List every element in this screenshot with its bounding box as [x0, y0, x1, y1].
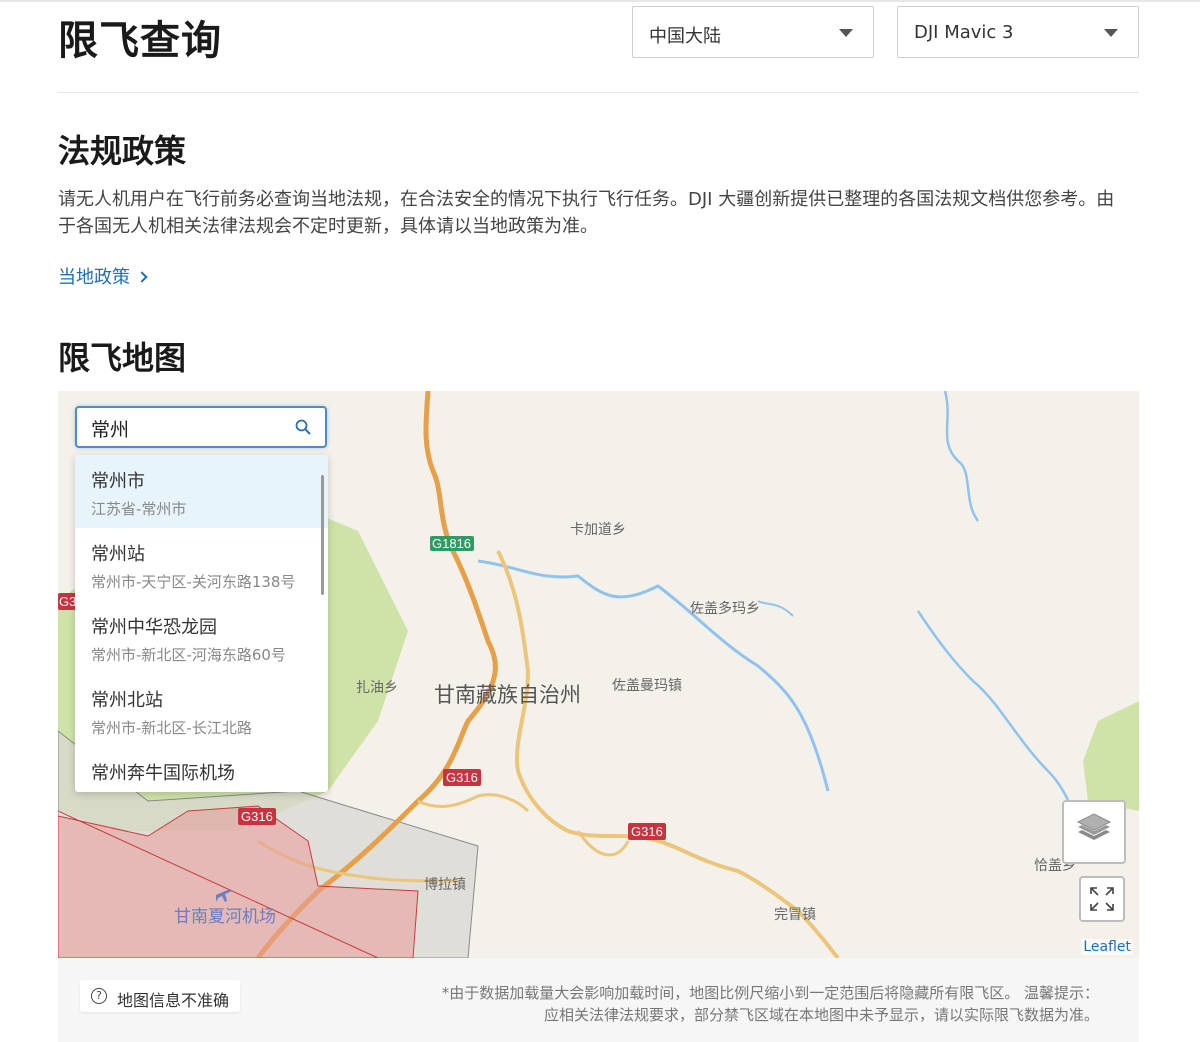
scrollbar[interactable] [321, 475, 324, 595]
suggestion-address: 江苏省-常州市 [91, 500, 187, 518]
map-footnote: *由于数据加载量大会影响加载时间，地图比例尺缩小到一定范围后将隐藏所有限飞区。 … [359, 982, 1099, 1026]
map-search-box[interactable] [75, 406, 327, 448]
road-label-g1816: G1816 [432, 536, 471, 551]
fullscreen-button[interactable] [1079, 876, 1125, 922]
suggestion-name: 常州北站 [91, 690, 163, 711]
suggestion-item[interactable]: 常州奔牛国际机场 [75, 747, 328, 792]
footnote-line: 应相关法律法规要求，部分禁飞区域在本地图中未予显示，请以实际限飞数据为准。 [543, 1006, 1099, 1024]
region-select-value: 中国大陆 [649, 26, 721, 47]
map-footer: ? 地图信息不准确 *由于数据加载量大会影响加载时间，地图比例尺缩小到一定范围后… [58, 958, 1139, 1042]
chevron-right-icon [136, 271, 148, 283]
map-heading: 限飞地图 [58, 339, 187, 377]
town-label: 佐盖曼玛镇 [612, 678, 682, 694]
suggestion-item[interactable]: 常州站 常州市-天宁区-关河东路138号 [75, 528, 328, 601]
page-title: 限飞查询 [58, 18, 222, 64]
chevron-down-icon [1104, 29, 1118, 37]
model-select-value: DJI Mavic 3 [914, 22, 1014, 43]
local-policy-link[interactable]: 当地政策 [58, 263, 148, 289]
airport-label: 甘南夏河机场 [174, 907, 276, 927]
suggestion-address: 常州市-新北区-长江北路 [91, 719, 252, 737]
report-inaccurate-button[interactable]: ? 地图信息不准确 [80, 980, 240, 1012]
suggestion-item[interactable]: 常州市 江苏省-常州市 [75, 455, 328, 528]
layers-icon [1076, 813, 1112, 840]
divider [58, 92, 1139, 93]
suggestion-item[interactable]: 常州北站 常州市-新北区-长江北路 [75, 674, 328, 747]
footnote-line: *由于数据加载量大会影响加载时间，地图比例尺缩小到一定范围后将隐藏所有限飞区。 … [441, 984, 1099, 1002]
fullscreen-icon [1090, 887, 1114, 911]
regulations-paragraph: 请无人机用户在飞行前务必查询当地法规，在合法安全的情况下执行飞行任务。DJI 大… [58, 189, 1115, 237]
model-select[interactable]: DJI Mavic 3 [897, 6, 1139, 58]
report-inaccurate-label: 地图信息不准确 [117, 991, 230, 1010]
region-select[interactable]: 中国大陆 [632, 6, 874, 58]
road-label-g3: G3 [59, 594, 76, 609]
map-search-input[interactable] [91, 416, 281, 440]
no-fly-map[interactable]: G1816 G316 G316 G316 G3 甘南藏族自治州 卡加道乡 佐盖多… [58, 391, 1139, 958]
regulations-heading: 法规政策 [58, 132, 187, 170]
question-circle-icon: ? [91, 988, 107, 1004]
town-label: 完冒镇 [774, 907, 816, 923]
top-border [0, 0, 1200, 2]
layers-button[interactable] [1062, 800, 1126, 864]
search-icon[interactable] [295, 419, 311, 435]
suggestion-address: 常州市-新北区-河海东路60号 [91, 646, 286, 664]
prefecture-label: 甘南藏族自治州 [434, 683, 581, 707]
search-suggestions: 常州市 江苏省-常州市 常州站 常州市-天宁区-关河东路138号 常州中华恐龙园… [75, 455, 328, 792]
town-label: 博拉镇 [424, 876, 466, 893]
suggestion-address: 常州市-天宁区-关河东路138号 [91, 573, 296, 591]
leaflet-attribution-link[interactable]: Leaflet [1081, 939, 1133, 955]
suggestion-name: 常州站 [91, 544, 145, 565]
local-policy-link-label: 当地政策 [58, 267, 130, 288]
suggestion-name: 常州奔牛国际机场 [91, 763, 235, 784]
town-label: 卡加道乡 [570, 522, 626, 538]
road-label-g316: G316 [446, 770, 478, 785]
road-label-g316: G316 [631, 824, 663, 839]
suggestion-name: 常州中华恐龙园 [91, 617, 217, 638]
town-label: 扎油乡 [356, 680, 398, 696]
road-label-g316: G316 [241, 809, 273, 824]
suggestion-item[interactable]: 常州中华恐龙园 常州市-新北区-河海东路60号 [75, 601, 328, 674]
chevron-down-icon [839, 29, 853, 37]
town-label: 佐盖多玛乡 [690, 600, 760, 617]
suggestion-name: 常州市 [91, 471, 145, 492]
